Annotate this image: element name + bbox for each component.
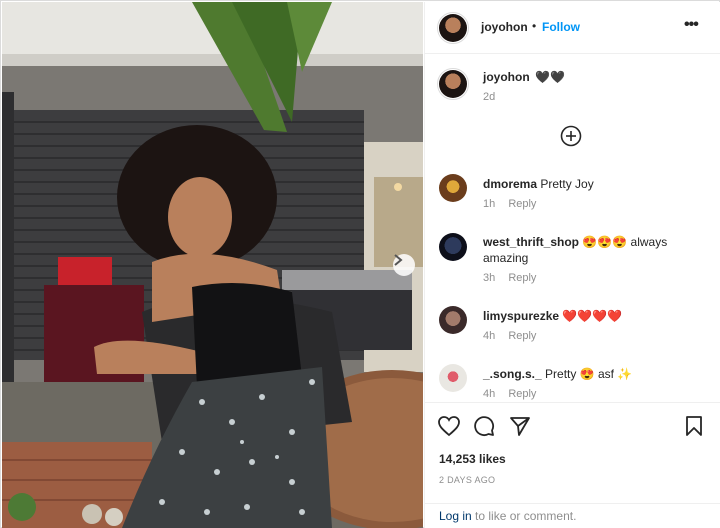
author-avatar-image xyxy=(439,14,467,42)
login-link[interactable]: Log in xyxy=(439,509,472,523)
likes-count[interactable]: 14,253 likes xyxy=(439,452,506,466)
comment-avatar[interactable] xyxy=(439,306,467,334)
reply-button[interactable]: Reply xyxy=(508,330,536,342)
post-actions: 14,253 likes 2 DAYS AGO Log in to like o… xyxy=(425,402,720,528)
comment-item: dmorema Pretty Joy xyxy=(483,176,703,192)
comment-meta: 3h Reply xyxy=(483,272,546,284)
caption-avatar-image xyxy=(439,70,467,98)
caption-text: 🖤🖤 xyxy=(535,70,565,84)
caption-username[interactable]: joyohon xyxy=(483,70,530,84)
instagram-post: joyohon • Follow ••• joyohon 🖤🖤 2d dmore… xyxy=(0,0,720,528)
comment-time[interactable]: 3h xyxy=(483,272,495,284)
comment-meta: 4h Reply xyxy=(483,388,546,400)
author-username[interactable]: joyohon xyxy=(481,20,528,34)
reply-button[interactable]: Reply xyxy=(508,198,536,210)
post-photo[interactable] xyxy=(2,2,423,528)
login-suffix: to like or comment. xyxy=(475,509,577,523)
reply-button[interactable]: Reply xyxy=(508,388,536,400)
share-icon xyxy=(510,417,530,436)
next-photo-icon xyxy=(394,254,403,266)
comment-username[interactable]: limyspurezke xyxy=(483,309,559,323)
comment-username[interactable]: west_thrift_shop xyxy=(483,235,579,249)
comment-avatar[interactable] xyxy=(439,233,467,261)
caption-time[interactable]: 2d xyxy=(483,91,495,103)
save-button[interactable] xyxy=(685,415,703,442)
comment-time[interactable]: 1h xyxy=(483,198,495,210)
header-separator: • xyxy=(532,19,537,33)
comment-time[interactable]: 4h xyxy=(483,330,495,342)
load-more-comments-button[interactable] xyxy=(560,125,582,147)
more-icon[interactable]: ••• xyxy=(684,16,699,34)
caption-avatar[interactable] xyxy=(437,68,469,100)
comment-icon xyxy=(474,416,495,437)
author-avatar[interactable] xyxy=(437,12,469,44)
share-button[interactable] xyxy=(509,415,531,442)
comment-text: Pretty Joy xyxy=(540,177,594,191)
follow-button[interactable]: Follow xyxy=(542,20,580,34)
comment-avatar[interactable] xyxy=(439,174,467,202)
comment-username[interactable]: _.song.s._ xyxy=(483,367,542,381)
save-icon xyxy=(686,416,702,436)
comment-item: _.song.s._ Pretty 😍 asf ✨ xyxy=(483,366,703,382)
login-prompt: Log in to like or comment. xyxy=(425,503,720,528)
photo-illustration xyxy=(2,2,423,528)
comment-meta: 4h Reply xyxy=(483,330,546,342)
comment-button[interactable] xyxy=(473,415,495,442)
reply-button[interactable]: Reply xyxy=(508,272,536,284)
comment-meta: 1h Reply xyxy=(483,198,546,210)
post-side-panel: joyohon • Follow ••• joyohon 🖤🖤 2d dmore… xyxy=(424,2,720,528)
post-header: joyohon • Follow ••• xyxy=(425,2,720,54)
comment-text: Pretty 😍 asf ✨ xyxy=(545,367,633,381)
comment-item: west_thrift_shop 😍😍😍 always amazing xyxy=(483,234,703,266)
comment-text: ❤️❤️❤️❤️ xyxy=(562,309,623,323)
load-more-comments-icon xyxy=(560,125,582,147)
comment-time[interactable]: 4h xyxy=(483,388,495,400)
post-age[interactable]: 2 DAYS AGO xyxy=(439,475,495,485)
next-photo-button[interactable] xyxy=(393,254,415,276)
like-button[interactable] xyxy=(437,415,461,442)
comment-avatar[interactable] xyxy=(439,364,467,392)
comment-username[interactable]: dmorema xyxy=(483,177,537,191)
comment-item: limyspurezke ❤️❤️❤️❤️ xyxy=(483,308,703,324)
like-icon xyxy=(438,416,460,437)
